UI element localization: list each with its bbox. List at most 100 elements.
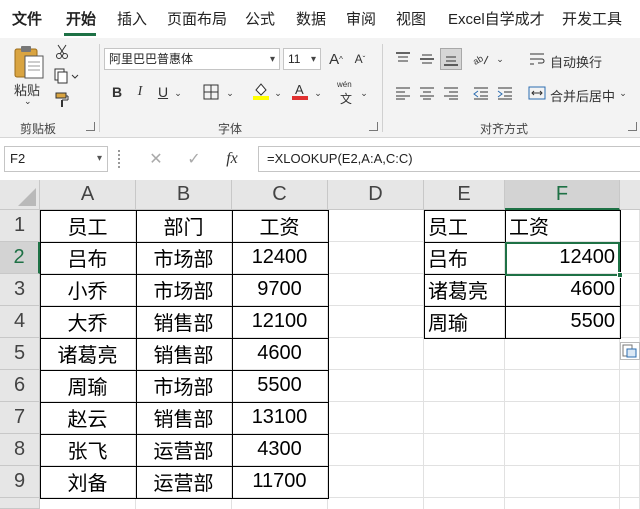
column-header-b[interactable]: B [136,180,232,210]
cell-a3[interactable]: 小乔 [40,274,136,306]
empty-cell[interactable] [620,370,640,402]
row-header-8[interactable]: 8 [0,434,40,466]
font-size-combo[interactable]: 11 ▾ [283,48,321,70]
empty-cell[interactable] [424,466,505,498]
empty-cell[interactable] [328,210,424,242]
increase-indent-icon[interactable] [494,82,516,104]
empty-cell[interactable] [424,434,505,466]
row-header-1[interactable]: 1 [0,210,40,242]
column-header-e[interactable]: E [424,180,505,210]
empty-cell[interactable] [424,498,505,509]
cell-c1[interactable]: 工资 [232,210,328,242]
empty-cell[interactable] [505,370,620,402]
cell-a2[interactable]: 吕布 [40,242,136,274]
clipboard-launcher-icon[interactable] [86,122,95,131]
empty-cell[interactable] [620,466,640,498]
cell-f3[interactable]: 4600 [505,274,620,306]
wrap-text-label[interactable]: 自动换行 [550,52,602,71]
column-header-a[interactable]: A [40,180,136,210]
column-header-f[interactable]: F [505,180,620,210]
align-left-icon[interactable] [392,82,414,104]
empty-cell[interactable] [620,210,640,242]
align-top-icon[interactable] [392,48,414,70]
italic-icon[interactable]: I [131,82,149,102]
cell-b5[interactable]: 销售部 [136,338,232,370]
align-center-icon[interactable] [416,82,438,104]
cell-e1[interactable]: 员工 [424,210,505,242]
chevron-down-icon[interactable]: ⌄ [224,84,236,102]
row-header-2[interactable]: 2 [0,242,40,274]
empty-cell[interactable] [620,402,640,434]
tab-insert[interactable]: 插入 [117,8,147,29]
tab-excel-learning[interactable]: Excel自学成才 [448,8,545,29]
empty-cell[interactable] [620,274,640,306]
font-color-icon[interactable]: A [290,80,310,102]
chevron-down-icon[interactable]: ⌄ [358,84,370,102]
cell-c8[interactable]: 4300 [232,434,328,466]
row-header-5[interactable]: 5 [0,338,40,370]
underline-icon[interactable]: U [154,82,172,102]
cell-f4[interactable]: 5500 [505,306,620,338]
chevron-down-icon[interactable]: ⌄ [172,84,184,102]
empty-cell[interactable] [328,498,424,509]
empty-cell[interactable] [328,466,424,498]
empty-cell[interactable] [620,434,640,466]
align-bottom-icon[interactable] [440,48,462,70]
tab-formulas[interactable]: 公式 [245,8,275,29]
column-header-c[interactable]: C [232,180,328,210]
chevron-down-icon[interactable]: ⌄ [617,84,629,102]
empty-cell[interactable] [328,434,424,466]
wrap-text-icon[interactable] [526,48,548,70]
tab-review[interactable]: 审阅 [346,8,376,29]
cancel-icon[interactable]: ✕ [146,149,166,169]
cut-icon[interactable] [52,42,72,62]
empty-cell[interactable] [424,370,505,402]
tab-file[interactable]: 文件 [12,8,42,29]
paste-button[interactable]: 粘贴 ⌄ [10,42,48,106]
empty-cell[interactable] [136,498,232,509]
alignment-launcher-icon[interactable] [628,122,637,131]
cell-a9[interactable]: 刘备 [40,466,136,498]
decrease-indent-icon[interactable] [470,82,492,104]
increase-font-size-icon[interactable]: A ^ [326,49,346,69]
empty-cell[interactable] [620,242,640,274]
cell-a4[interactable]: 大乔 [40,306,136,338]
tab-page-layout[interactable]: 页面布局 [167,8,227,29]
decrease-font-size-icon[interactable]: Aˇ [350,49,370,69]
row-header-3[interactable]: 3 [0,274,40,306]
empty-cell[interactable] [328,242,424,274]
paste-dropdown-icon[interactable]: ⌄ [24,96,32,107]
row-header-9[interactable]: 9 [0,466,40,498]
font-launcher-icon[interactable] [369,122,378,131]
empty-cell[interactable] [424,402,505,434]
fill-color-icon[interactable] [250,80,272,102]
select-all-button[interactable] [0,180,40,210]
empty-cell[interactable] [505,498,620,509]
cell-b9[interactable]: 运营部 [136,466,232,498]
cell-c9[interactable]: 11700 [232,466,328,498]
cell-b1[interactable]: 部门 [136,210,232,242]
font-name-combo[interactable]: 阿里巴巴普惠体 ▾ [104,48,280,70]
empty-cell[interactable] [328,338,424,370]
cell-b4[interactable]: 销售部 [136,306,232,338]
empty-cell[interactable] [40,498,136,509]
borders-icon[interactable] [200,82,222,102]
cell-a1[interactable]: 员工 [40,210,136,242]
cell-f1[interactable]: 工资 [505,210,620,242]
chevron-down-icon[interactable]: ⌄ [312,84,324,102]
format-painter-icon[interactable] [52,90,72,110]
fill-handle[interactable] [617,272,623,278]
name-box[interactable]: F2 ▾ [4,146,108,172]
column-header-d[interactable]: D [328,180,424,210]
chevron-down-icon[interactable]: ⌄ [272,84,284,102]
cell-a7[interactable]: 赵云 [40,402,136,434]
empty-cell[interactable] [505,434,620,466]
tab-data[interactable]: 数据 [296,8,326,29]
orientation-icon[interactable]: ab [470,48,492,70]
cell-a6[interactable]: 周瑜 [40,370,136,402]
empty-cell[interactable] [328,306,424,338]
row-header-10[interactable] [0,498,40,509]
empty-cell[interactable] [328,402,424,434]
tab-view[interactable]: 视图 [396,8,426,29]
row-header-7[interactable]: 7 [0,402,40,434]
